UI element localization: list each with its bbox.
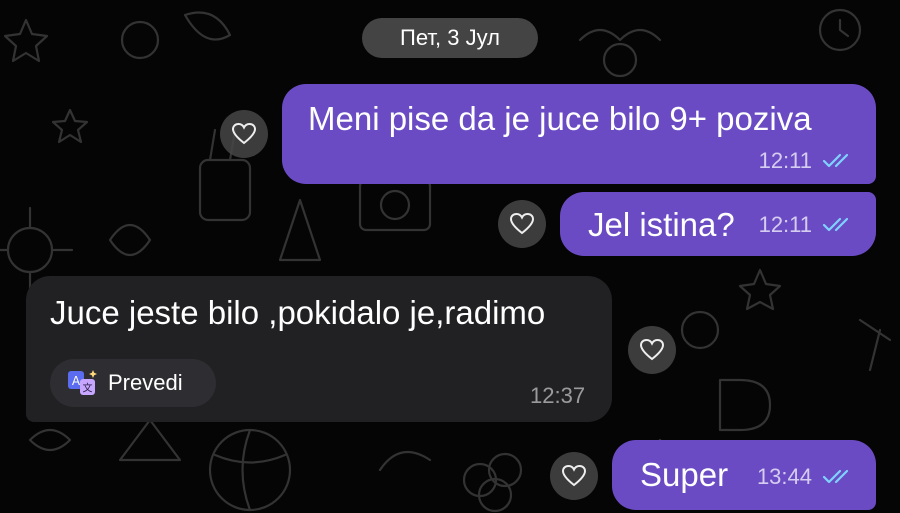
message-bubble-outgoing[interactable]: Jel istina? 12:11 [560,192,876,256]
heart-icon [509,212,535,235]
reaction-button[interactable] [498,200,546,248]
message-meta: 12:11 [759,212,854,238]
message-time: 12:11 [758,148,812,173]
message-bubble-outgoing[interactable]: Super 13:44 [612,440,876,510]
translate-button[interactable]: A 文 Prevedi [50,359,216,407]
message-meta: 12:11 [759,148,854,174]
svg-text:文: 文 [83,382,93,395]
double-check-icon [822,217,849,232]
reaction-button[interactable] [220,110,268,158]
date-label: Пет, 3 Јул [400,25,500,50]
heart-icon [639,338,665,361]
chat-wallpaper [0,8,892,513]
message-text: Jel istina? [588,206,735,243]
date-separator: Пет, 3 Јул [362,18,538,58]
message-text: Meni pise da je juce bilo 9+ poziva [308,100,812,137]
message-meta: 13:44 [757,464,854,490]
double-check-icon [822,153,849,168]
message-time: 13:44 [756,464,812,489]
reaction-button[interactable] [628,326,676,374]
message-time: 12:11 [758,212,812,237]
message-text: Super [640,456,729,493]
double-check-icon [822,469,849,484]
translate-icon: A 文 [68,370,97,395]
heart-icon [561,464,587,487]
message-time: 12:37 [530,383,586,408]
reaction-button[interactable] [550,452,598,500]
svg-text:A: A [72,374,81,388]
translate-label: Prevedi [108,370,183,395]
heart-icon [231,122,257,145]
message-bubble-outgoing[interactable]: Meni pise da je juce bilo 9+ poziva 12:1… [282,84,876,184]
message-text: Juce jeste bilo ,pokidalo je,radimo [50,294,546,331]
